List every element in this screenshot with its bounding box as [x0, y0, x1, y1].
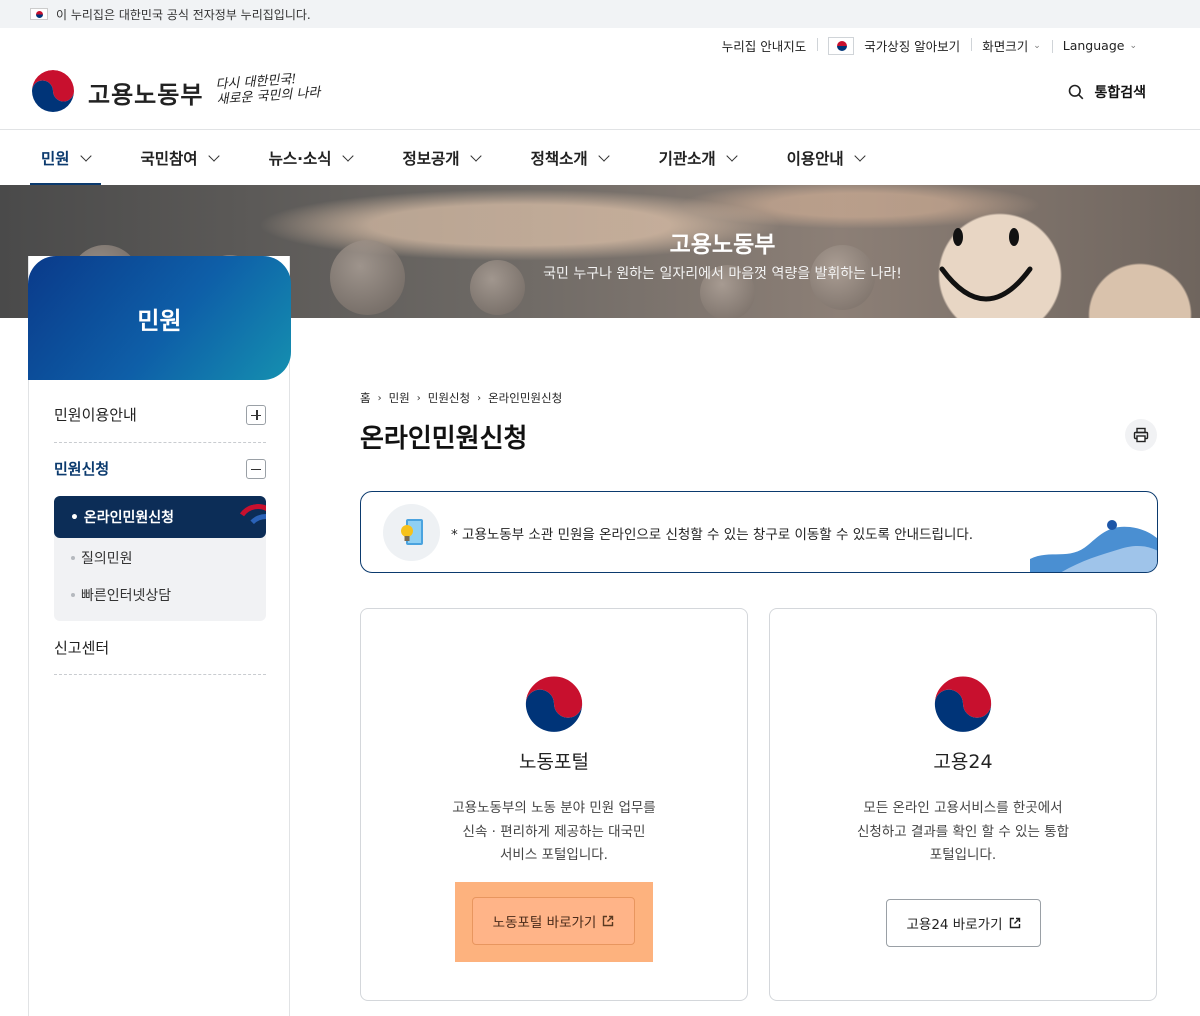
wave-decoration-icon — [1030, 520, 1157, 572]
side-subitem-label: 빠른인터넷상담 — [81, 588, 172, 604]
card-title: 고용24 — [933, 751, 993, 773]
integrated-search-button[interactable]: 통합검색 — [1068, 82, 1146, 102]
chevron-down-icon: ⌄ — [1033, 40, 1041, 51]
notice-icon-circle — [383, 504, 440, 561]
divider — [54, 442, 266, 443]
gnb-item-participation[interactable]: 국민참여 — [130, 130, 229, 186]
chevron-down-icon: ⌄ — [1129, 40, 1137, 51]
government-emblem-icon — [29, 68, 77, 116]
gnb-label: 뉴스·소식 — [268, 150, 332, 168]
side-subitem-inquiry[interactable]: 질의민원 — [71, 548, 133, 568]
card-title: 노동포털 — [519, 751, 589, 773]
gnb-item-organization[interactable]: 기관소개 — [648, 130, 747, 186]
print-icon — [1133, 427, 1149, 443]
language-dropdown[interactable]: Language ⌄ — [1051, 38, 1148, 53]
side-item-apply[interactable]: 민원신청 — [54, 458, 266, 479]
gnb-label: 국민참여 — [140, 150, 198, 168]
slogan: 다시 대한민국! 새로운 국민의 나라 — [215, 70, 321, 108]
chevron-right-icon: › — [477, 392, 482, 404]
button-label: 고용24 바로가기 — [906, 917, 1003, 933]
gov-banner-text: 이 누리집은 대한민국 공식 전자정부 누리집입니다. — [56, 7, 311, 22]
screen-size-dropdown[interactable]: 화면크기 ⌄ — [971, 36, 1052, 55]
chevron-down-icon — [341, 150, 354, 162]
korea-flag-icon — [30, 8, 48, 20]
gnb-label: 기관소개 — [658, 150, 716, 168]
gnb-item-civil-petition[interactable]: 민원 — [30, 130, 101, 186]
utility-links: 누리집 안내지도 국가상징 알아보기 화면크기 ⌄ Language ⌄ — [711, 36, 1148, 55]
search-label: 통합검색 — [1094, 85, 1146, 101]
search-icon — [1069, 84, 1084, 100]
notice-text: * 고용노동부 소관 민원을 온라인으로 신청할 수 있는 창구로 이동할 수 … — [451, 527, 974, 543]
card-description-line: 고용노동부의 노동 분야 민원 업무를 — [452, 800, 656, 816]
logo-text: 고용노동부 — [88, 80, 204, 109]
card-description-line: 서비스 포털입니다. — [500, 847, 608, 863]
sitemap-link[interactable]: 누리집 안내지도 — [711, 36, 817, 55]
chevron-down-icon — [725, 150, 738, 162]
card-description-line: 신속 · 편리하게 제공하는 대국민 — [462, 823, 646, 840]
side-subitem-online-petition[interactable]: • 온라인민원신청 — [54, 496, 266, 538]
card-description: 고용노동부의 노동 분야 민원 업무를 신속 · 편리하게 제공하는 대국민 서… — [361, 797, 747, 868]
divider — [54, 674, 266, 675]
side-item-label: 민원신청 — [54, 460, 110, 478]
gnb-item-policy[interactable]: 정책소개 — [520, 130, 619, 186]
side-item-report-center[interactable]: 신고센터 — [54, 637, 266, 658]
side-item-label: 민원이용안내 — [54, 406, 137, 424]
breadcrumb-current: 온라인민원신청 — [488, 391, 563, 405]
smiley-face-icon — [939, 228, 1033, 302]
collapse-minus-icon[interactable] — [246, 458, 266, 479]
lightbulb-book-icon — [400, 518, 423, 545]
side-menu: 민원 민원이용안내 민원신청 • 온라인민원신청 질의민원 빠른인터넷상담 신고… — [28, 256, 291, 1016]
national-symbol-label: 국가상징 알아보기 — [864, 39, 961, 54]
card-description-line: 포털입니다. — [929, 847, 997, 863]
national-symbol-link[interactable]: 국가상징 알아보기 — [817, 36, 971, 55]
side-subitem-quick-consult[interactable]: 빠른인터넷상담 — [71, 585, 171, 605]
gnb-item-news[interactable]: 뉴스·소식 — [258, 130, 363, 186]
government-emblem-icon — [523, 674, 585, 736]
side-menu-title: 민원 — [28, 256, 291, 380]
card-description-line: 모든 온라인 고용서비스를 한곳에서 — [863, 800, 1063, 816]
card-description: 모든 온라인 고용서비스를 한곳에서 신청하고 결과를 확인 할 수 있는 통합… — [770, 797, 1156, 868]
labor-portal-go-button[interactable]: 노동포털 바로가기 — [472, 897, 635, 945]
chevron-down-icon — [207, 150, 220, 162]
government-emblem-icon — [932, 674, 994, 736]
chevron-down-icon — [854, 150, 866, 162]
external-link-icon — [1009, 917, 1020, 929]
chevron-down-icon — [79, 150, 92, 162]
chevron-right-icon: › — [416, 392, 421, 404]
external-link-icon — [603, 915, 614, 927]
sitemap-label: 누리집 안내지도 — [721, 39, 807, 54]
gnb-label: 정보공개 — [402, 150, 460, 168]
side-subitem-label: 질의민원 — [81, 551, 133, 567]
notice-box: * 고용노동부 소관 민원을 온라인으로 신청할 수 있는 창구로 이동할 수 … — [360, 491, 1158, 573]
expand-plus-icon[interactable] — [246, 404, 266, 425]
card-description-line: 신청하고 결과를 확인 할 수 있는 통합 — [856, 823, 1070, 840]
breadcrumb-item[interactable]: 민원신청 — [428, 390, 470, 406]
chevron-right-icon: › — [377, 392, 382, 404]
breadcrumb-item[interactable]: 민원 — [389, 390, 410, 406]
language-label: Language — [1062, 38, 1125, 53]
gnb-label: 정책소개 — [530, 150, 588, 168]
breadcrumb: 홈 › 민원 › 민원신청 › 온라인민원신청 — [360, 390, 562, 406]
work24-go-button[interactable]: 고용24 바로가기 — [886, 899, 1041, 947]
gnb-item-information[interactable]: 정보공개 — [392, 130, 491, 186]
gnb-label: 이용안내 — [786, 150, 844, 168]
page-title: 온라인민원신청 — [360, 424, 528, 454]
print-button[interactable] — [1125, 419, 1157, 451]
gnb-label: 민원 — [41, 150, 70, 168]
chevron-down-icon — [469, 150, 482, 162]
site-logo[interactable]: 고용노동부 — [28, 67, 203, 117]
korea-flag-icon — [828, 36, 855, 55]
breadcrumb-home[interactable]: 홈 — [360, 390, 371, 406]
screen-size-label: 화면크기 — [982, 39, 1029, 54]
side-item-guide[interactable]: 민원이용안내 — [54, 404, 266, 425]
side-item-label: 신고센터 — [54, 639, 110, 657]
button-label: 노동포털 바로가기 — [492, 915, 597, 931]
gov-banner: 이 누리집은 대한민국 공식 전자정부 누리집입니다. — [0, 0, 1200, 28]
side-subitem-label: • 온라인민원신청 — [70, 510, 174, 526]
gnb-item-guide[interactable]: 이용안내 — [776, 130, 875, 186]
chevron-down-icon — [597, 150, 610, 162]
main-navigation: 민원 국민참여 뉴스·소식 정보공개 정책소개 기관소개 이용안내 — [0, 129, 1200, 186]
